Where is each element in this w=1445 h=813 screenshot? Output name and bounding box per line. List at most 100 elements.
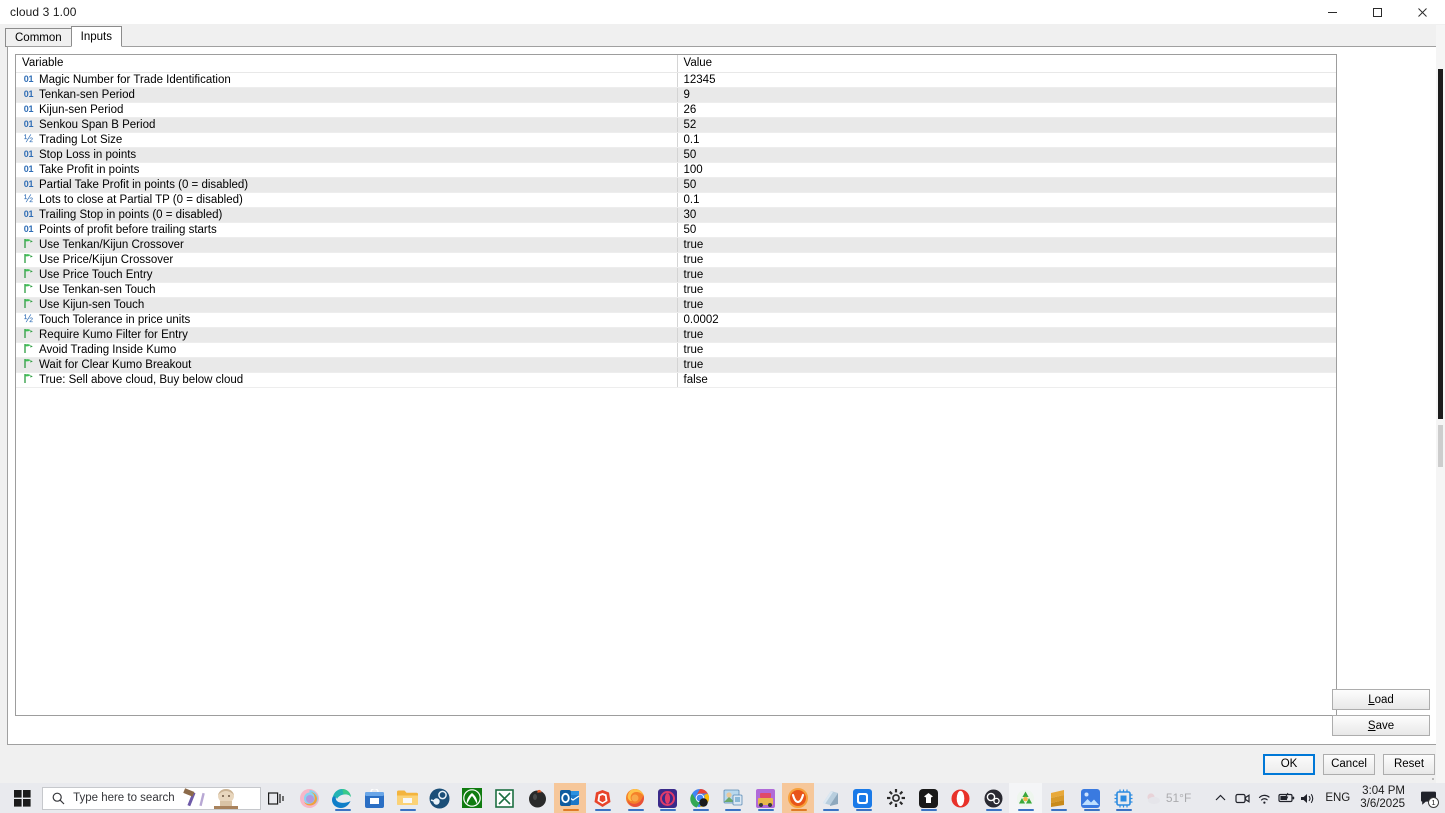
variable-cell[interactable]: Use Tenkan-sen Touch (16, 282, 678, 298)
brave-icon[interactable] (586, 783, 619, 813)
variable-cell[interactable]: Avoid Trading Inside Kumo (16, 342, 678, 358)
volume-icon[interactable] (1297, 783, 1319, 813)
value-cell[interactable]: true (677, 252, 1336, 268)
value-cell[interactable]: 50 (677, 147, 1336, 163)
task-view-icon[interactable] (261, 783, 294, 813)
table-row[interactable]: 01 Stop Loss in points 50 (16, 147, 1336, 163)
network-icon[interactable] (1253, 783, 1275, 813)
value-cell[interactable]: true (677, 297, 1336, 313)
variable-cell[interactable]: Use Price/Kijun Crossover (16, 252, 678, 268)
table-row[interactable]: Require Kumo Filter for Entry true (16, 327, 1336, 343)
table-row[interactable]: Use Price Touch Entry true (16, 267, 1336, 283)
notebook-icon[interactable] (814, 783, 847, 813)
variable-cell[interactable]: 01 Tenkan-sen Period (16, 87, 678, 103)
variable-cell[interactable]: 01 Points of profit before trailing start… (16, 222, 678, 238)
value-cell[interactable]: 0.0002 (677, 312, 1336, 328)
table-row[interactable]: Use Kijun-sen Touch true (16, 297, 1336, 313)
recycle-icon[interactable] (1009, 783, 1043, 813)
table-row[interactable]: 01 Senkou Span B Period 52 (16, 117, 1336, 133)
notification-center-button[interactable]: 1 (1415, 783, 1441, 813)
table-row[interactable]: Use Tenkan/Kijun Crossover true (16, 237, 1336, 253)
cancel-button[interactable]: Cancel (1323, 753, 1375, 775)
value-cell[interactable]: true (677, 282, 1336, 298)
outlook-icon[interactable] (553, 783, 587, 813)
excel-icon[interactable] (488, 783, 521, 813)
window-scrollbar[interactable] (1436, 25, 1445, 783)
file-explorer-icon[interactable] (391, 783, 424, 813)
variable-cell[interactable]: 01 Partial Take Profit in points (0 = dis… (16, 177, 678, 193)
spotify-dark-icon[interactable] (912, 783, 945, 813)
table-row[interactable]: 01 Partial Take Profit in points (0 = dis… (16, 177, 1336, 193)
variable-cell[interactable]: ½ Trading Lot Size (16, 132, 678, 148)
table-row[interactable]: Use Price/Kijun Crossover true (16, 252, 1336, 268)
tab-common[interactable]: Common (5, 28, 72, 47)
variable-cell[interactable]: ½ Lots to close at Partial TP (0 = disabl… (16, 192, 678, 208)
variable-cell[interactable]: 01 Trailing Stop in points (0 = disabled) (16, 207, 678, 223)
table-row[interactable]: ½ Touch Tolerance in price units 0.0002 (16, 312, 1336, 328)
chrome-icon[interactable] (684, 783, 717, 813)
unknown-dark-icon[interactable] (521, 783, 554, 813)
value-cell[interactable]: true (677, 267, 1336, 283)
vivaldi-icon[interactable] (781, 783, 815, 813)
variable-cell[interactable]: ½ Touch Tolerance in price units (16, 312, 678, 328)
start-button[interactable] (0, 783, 44, 813)
value-cell[interactable]: 100 (677, 162, 1336, 178)
scrollbar-thumb[interactable] (1438, 69, 1443, 419)
table-row[interactable]: 01 Points of profit before trailing start… (16, 222, 1336, 238)
settings-icon[interactable] (879, 783, 912, 813)
table-row[interactable]: ½ Trading Lot Size 0.1 (16, 132, 1336, 148)
table-row[interactable]: Use Tenkan-sen Touch true (16, 282, 1336, 298)
cpu-monitor-icon[interactable] (1107, 783, 1140, 813)
variable-cell[interactable]: 01 Senkou Span B Period (16, 117, 678, 133)
clock[interactable]: 3:04 PM 3/6/2025 (1358, 785, 1415, 811)
value-cell[interactable]: 50 (677, 177, 1336, 193)
variable-cell[interactable]: Use Kijun-sen Touch (16, 297, 678, 313)
variable-cell[interactable]: 01 Kijun-sen Period (16, 102, 678, 118)
value-cell[interactable]: true (677, 327, 1336, 343)
weather-widget[interactable]: 51°F (1140, 791, 1209, 805)
value-cell[interactable]: false (677, 372, 1336, 388)
table-row[interactable]: Avoid Trading Inside Kumo true (16, 342, 1336, 358)
value-cell[interactable]: 50 (677, 222, 1336, 238)
microsoft-store-icon[interactable] (358, 783, 391, 813)
value-cell[interactable]: true (677, 237, 1336, 253)
show-hidden-icons-button[interactable] (1209, 783, 1231, 813)
language-indicator[interactable]: ENG (1319, 792, 1358, 804)
table-row[interactable]: 01 Take Profit in points 100 (16, 162, 1336, 178)
opera-icon[interactable] (944, 783, 977, 813)
meet-now-icon[interactable] (1231, 783, 1253, 813)
casino-game-icon[interactable] (749, 783, 782, 813)
value-cell[interactable]: 0.1 (677, 192, 1336, 208)
variable-cell[interactable]: 01 Magic Number for Trade Identification (16, 72, 678, 88)
variable-cell[interactable]: Wait for Clear Kumo Breakout (16, 357, 678, 373)
xbox-icon[interactable] (456, 783, 489, 813)
maximize-button[interactable] (1355, 0, 1400, 25)
steam-icon[interactable] (423, 783, 456, 813)
variable-cell[interactable]: 01 Take Profit in points (16, 162, 678, 178)
variable-cell[interactable]: True: Sell above cloud, Buy below cloud (16, 372, 678, 388)
table-row[interactable]: 01 Tenkan-sen Period 9 (16, 87, 1336, 103)
table-row[interactable]: 01 Magic Number for Trade Identification 1… (16, 72, 1336, 88)
table-row[interactable]: 01 Trailing Stop in points (0 = disabled)… (16, 207, 1336, 223)
photos-icon[interactable] (1075, 783, 1108, 813)
value-cell[interactable]: 26 (677, 102, 1336, 118)
value-cell[interactable]: 9 (677, 87, 1336, 103)
variable-cell[interactable]: 01 Stop Loss in points (16, 147, 678, 163)
tab-inputs[interactable]: Inputs (70, 26, 122, 47)
table-row[interactable]: Wait for Clear Kumo Breakout true (16, 357, 1336, 373)
value-cell[interactable]: 52 (677, 117, 1336, 133)
firefox-icon[interactable] (619, 783, 652, 813)
column-header-variable[interactable]: Variable (16, 55, 678, 73)
search-input[interactable]: Type here to search (42, 786, 261, 810)
table-row[interactable]: True: Sell above cloud, Buy below cloud f… (16, 372, 1336, 388)
obsidian-icon[interactable] (847, 783, 880, 813)
scrollbar-thumb-secondary[interactable] (1438, 425, 1443, 467)
minimize-button[interactable] (1310, 0, 1355, 25)
load-button[interactable]: Load (1332, 689, 1430, 710)
variable-cell[interactable]: Require Kumo Filter for Entry (16, 327, 678, 343)
photos-legacy-icon[interactable] (716, 783, 749, 813)
reset-button[interactable]: Reset (1383, 753, 1435, 775)
battery-icon[interactable] (1275, 783, 1297, 813)
variable-cell[interactable]: Use Price Touch Entry (16, 267, 678, 283)
ok-button[interactable]: OK (1263, 753, 1315, 775)
